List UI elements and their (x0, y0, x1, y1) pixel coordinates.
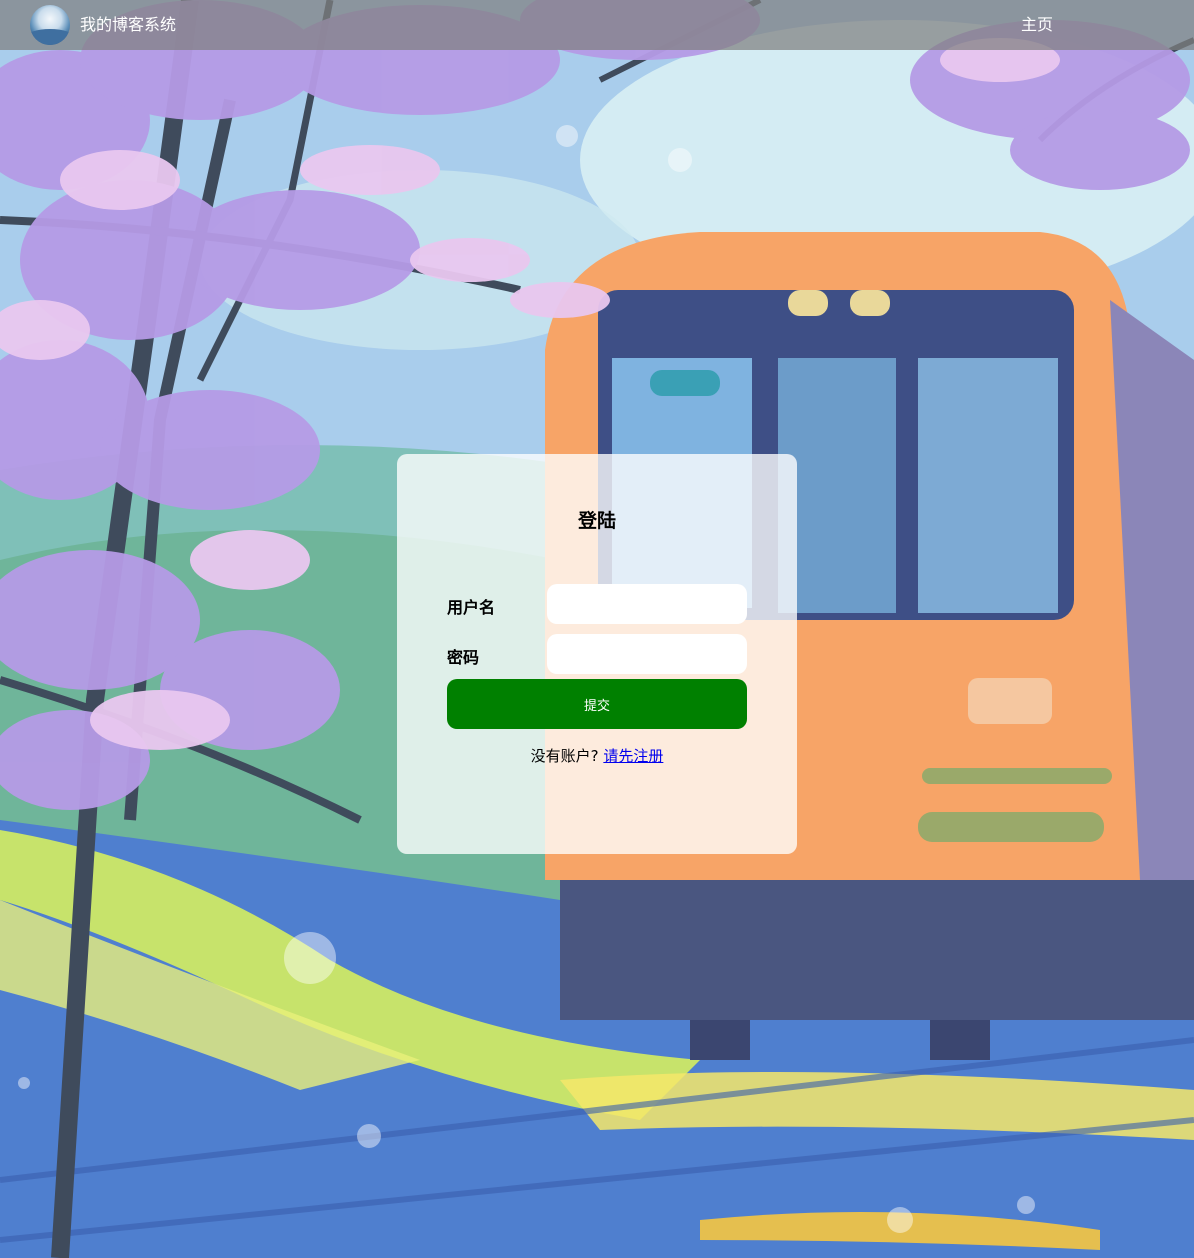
top-navbar: 我的博客系统 主页 (0, 0, 1194, 50)
register-link[interactable]: 请先注册 (603, 747, 663, 765)
username-input[interactable] (547, 584, 747, 624)
site-title: 我的博客系统 (80, 15, 177, 34)
password-input[interactable] (547, 634, 747, 674)
username-row: 用户名 (447, 584, 747, 624)
logo-icon (30, 5, 70, 45)
username-label: 用户名 (447, 598, 496, 617)
register-prompt: 没有账户? 请先注册 (397, 745, 797, 766)
no-account-text: 没有账户? (530, 747, 599, 765)
submit-button[interactable]: 提交 (447, 679, 747, 729)
password-row: 密码 (447, 634, 747, 674)
password-label: 密码 (447, 648, 480, 667)
login-title: 登陆 (577, 510, 616, 532)
login-panel: 登陆 用户名 密码 提交 没有账户? 请先注册 (397, 454, 797, 854)
home-link[interactable]: 主页 (1021, 15, 1053, 35)
